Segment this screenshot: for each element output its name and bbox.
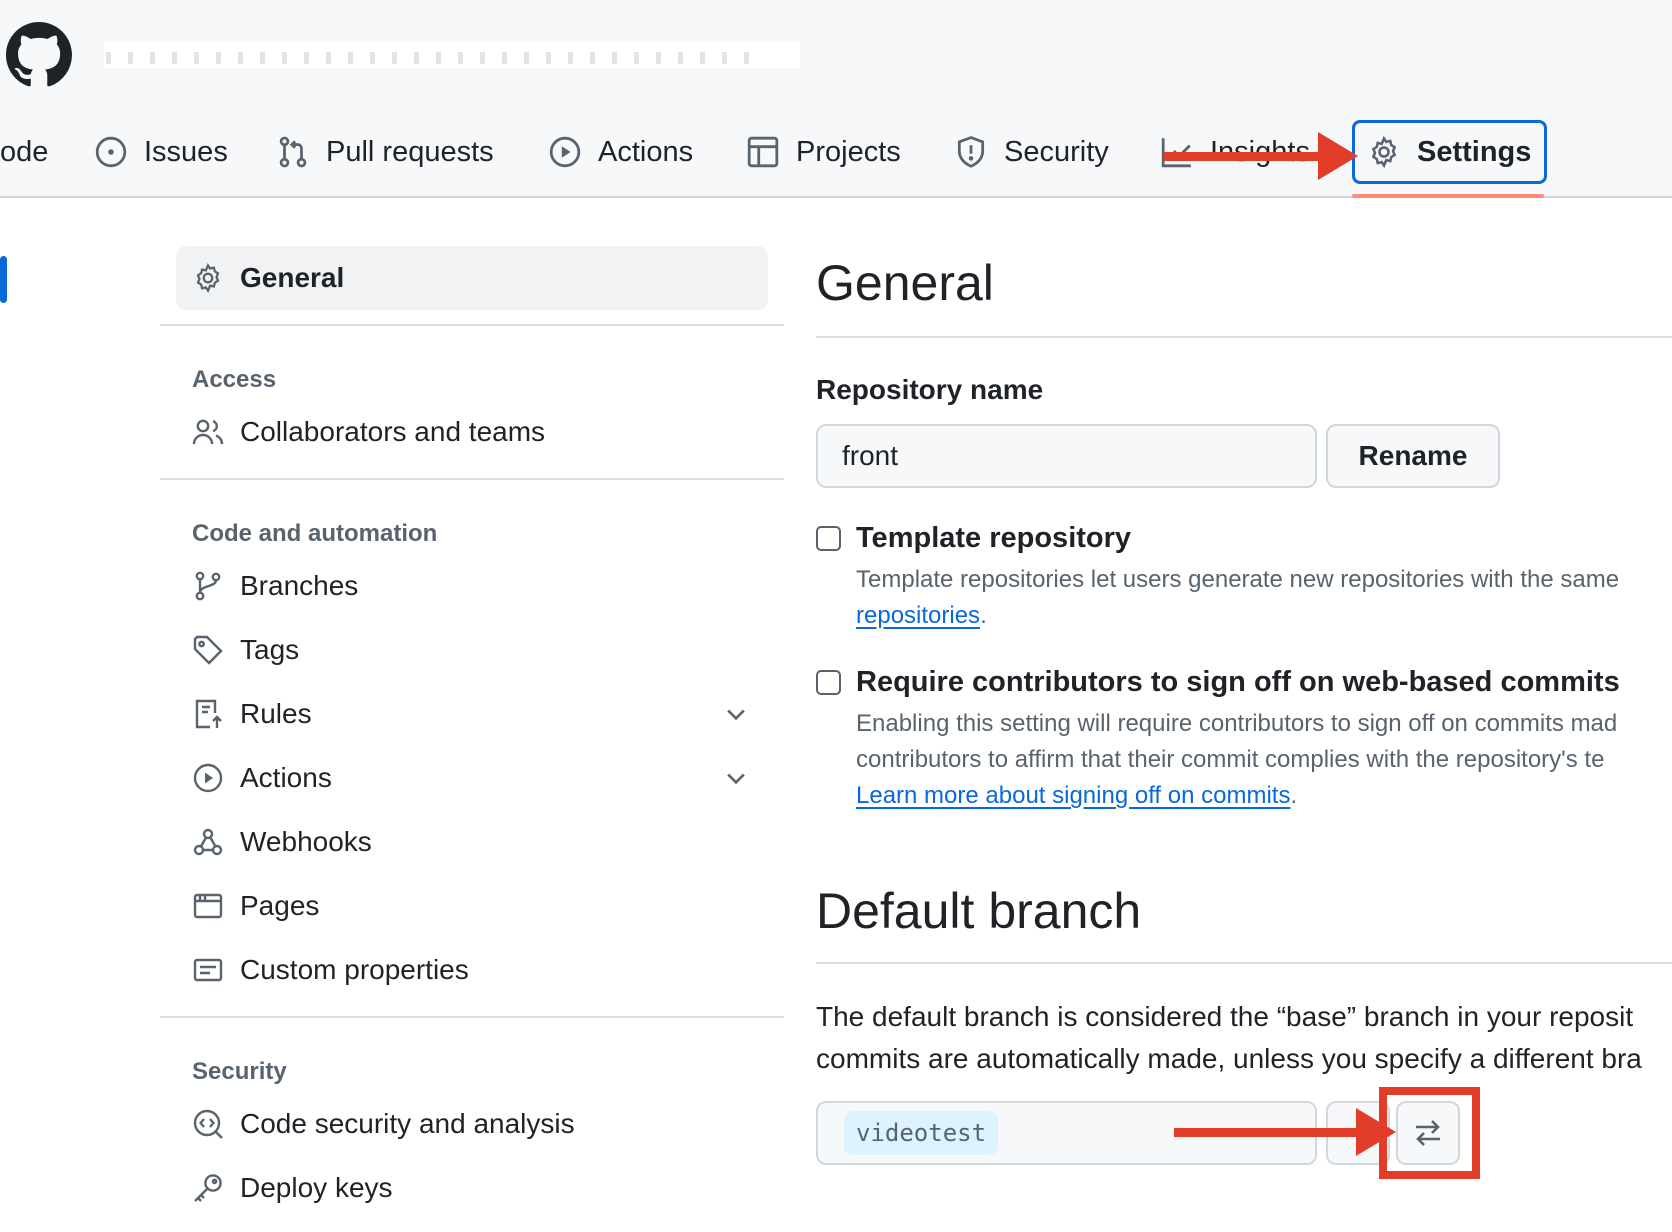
sidebar-item-code-security[interactable]: Code security and analysis [160,1092,784,1156]
browser-icon [192,890,224,922]
template-repo-title: Template repository [856,522,1132,554]
issue-opened-icon [94,135,128,169]
template-repo-desc-line2: repositories. [856,602,987,629]
repo-push-icon [192,698,224,730]
key-icon [192,1172,224,1204]
sidebar-item-general[interactable]: General [176,246,768,310]
table-icon [746,135,780,169]
default-branch-desc-line1: The default branch is considered the “ba… [816,1001,1634,1032]
sidebar-item-deploy-keys[interactable]: Deploy keys [160,1156,784,1220]
sidebar-item-rules[interactable]: Rules [160,682,784,746]
branch-name-badge: videotest [844,1111,999,1155]
tab-pull-requests[interactable]: Pull requests [276,120,494,184]
tab-actions[interactable]: Actions [548,120,693,184]
settings-main: General Repository name front Rename Tem… [816,0,1672,1232]
redacted-repo-path [104,42,800,68]
sidebar-item-webhooks[interactable]: Webhooks [160,810,784,874]
sidebar-divider [160,478,784,480]
git-branch-icon [192,570,224,602]
play-icon [192,762,224,794]
signoff-title: Require contributors to sign off on web-… [856,666,1620,698]
title-divider [816,336,1672,338]
sidebar-item-custom-properties[interactable]: Custom properties [160,938,784,1002]
note-icon [192,954,224,986]
sidebar-item-actions[interactable]: Actions [160,746,784,810]
sidebar-item-branches[interactable]: Branches [160,554,784,618]
signoff-desc-line1: Enabling this setting will require contr… [856,710,1618,737]
annotation-highlight-box [1379,1087,1480,1179]
signoff-checkbox[interactable] [816,670,841,695]
learn-more-signoff-link[interactable]: Learn more about signing off on commits [856,782,1290,809]
settings-sidebar: General Access Collaborators and teams C… [160,246,784,1220]
chevron-down-icon[interactable] [722,764,750,792]
people-icon [192,416,224,448]
signoff-desc-line3: Learn more about signing off on commits. [856,782,1298,809]
git-pull-request-icon [276,135,310,169]
play-icon [548,135,582,169]
tag-icon [192,634,224,666]
active-indicator [0,256,7,303]
chevron-down-icon[interactable] [722,700,750,728]
page-title: General [816,255,994,311]
template-repo-checkbox[interactable] [816,526,841,551]
codescan-icon [192,1108,224,1140]
repositories-link[interactable]: repositories [856,602,980,629]
sidebar-divider [160,1016,784,1018]
sidebar-heading-access: Access [192,366,277,393]
default-branch-desc-line2: commits are automatically made, unless y… [816,1043,1642,1074]
default-branch-title: Default branch [816,883,1142,939]
signoff-desc-line2: contributors to affirm that their commit… [856,746,1605,773]
sidebar-item-pages[interactable]: Pages [160,874,784,938]
webhook-icon [192,826,224,858]
rename-button[interactable]: Rename [1326,424,1500,488]
sidebar-heading-code-automation: Code and automation [192,520,438,547]
repo-name-label: Repository name [816,374,1044,405]
tab-code[interactable]: ode [0,120,48,184]
tab-issues[interactable]: Issues [94,120,228,184]
gear-icon [192,262,224,294]
sidebar-heading-security: Security [192,1058,287,1085]
default-branch-divider [816,962,1672,964]
sidebar-item-tags[interactable]: Tags [160,618,784,682]
default-branch-field: videotest [816,1101,1317,1165]
github-logo-icon[interactable] [6,22,72,88]
repo-name-input[interactable]: front [816,424,1317,488]
template-repo-desc: Template repositories let users generate… [856,566,1620,593]
sidebar-divider [160,324,784,326]
sidebar-item-collaborators[interactable]: Collaborators and teams [160,400,784,464]
